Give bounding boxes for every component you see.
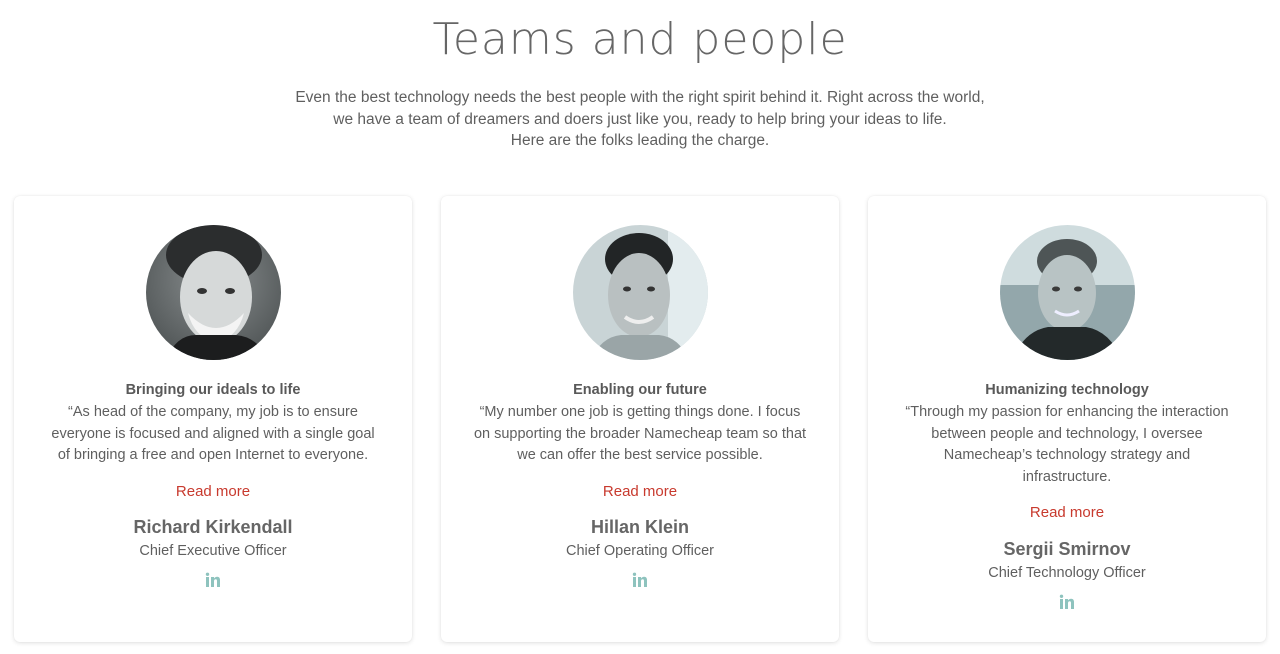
person-role: Chief Operating Officer: [565, 543, 715, 559]
card-title: Bringing our ideals to life: [125, 382, 301, 398]
card-quote: “As head of the company, my job is to en…: [51, 404, 375, 464]
linkedin-icon[interactable]: [632, 572, 648, 588]
intro-line: we have a team of dreamers and doers jus…: [333, 110, 947, 128]
card-title: Enabling our future: [573, 382, 707, 398]
person-name: Hillan Klein: [590, 517, 689, 537]
read-more-link[interactable]: Read more: [868, 504, 1266, 521]
intro-line: Here are the folks leading the charge.: [510, 132, 770, 149]
card-quote: “Through my passion for enhancing the in…: [905, 404, 1229, 486]
read-more-link[interactable]: Read more: [14, 483, 412, 500]
card-quote: “My number one job is getting things don…: [473, 404, 807, 464]
section-title: Teams and people: [432, 14, 848, 65]
person-role: Chief Executive Officer: [139, 543, 287, 559]
read-more-link[interactable]: Read more: [441, 483, 839, 500]
avatar: [573, 225, 708, 360]
team-card-cto: Humanizing technology “Through my passio…: [868, 196, 1266, 642]
linkedin-icon[interactable]: [205, 572, 221, 588]
team-card-ceo: Bringing our ideals to life “As head of …: [14, 196, 412, 642]
person-name: Sergii Smirnov: [1003, 539, 1131, 559]
intro-line: Even the best technology needs the best …: [295, 89, 985, 106]
linkedin-icon[interactable]: [1059, 594, 1075, 610]
person-role: Chief Technology Officer: [988, 565, 1146, 581]
avatar: [1000, 225, 1135, 360]
section-intro: Even the best technology needs the best …: [240, 87, 1040, 152]
team-card-coo: Enabling our future “My number one job i…: [441, 196, 839, 642]
avatar: [146, 225, 281, 360]
card-title: Humanizing technology: [985, 382, 1149, 398]
person-name: Richard Kirkendall: [133, 517, 293, 537]
